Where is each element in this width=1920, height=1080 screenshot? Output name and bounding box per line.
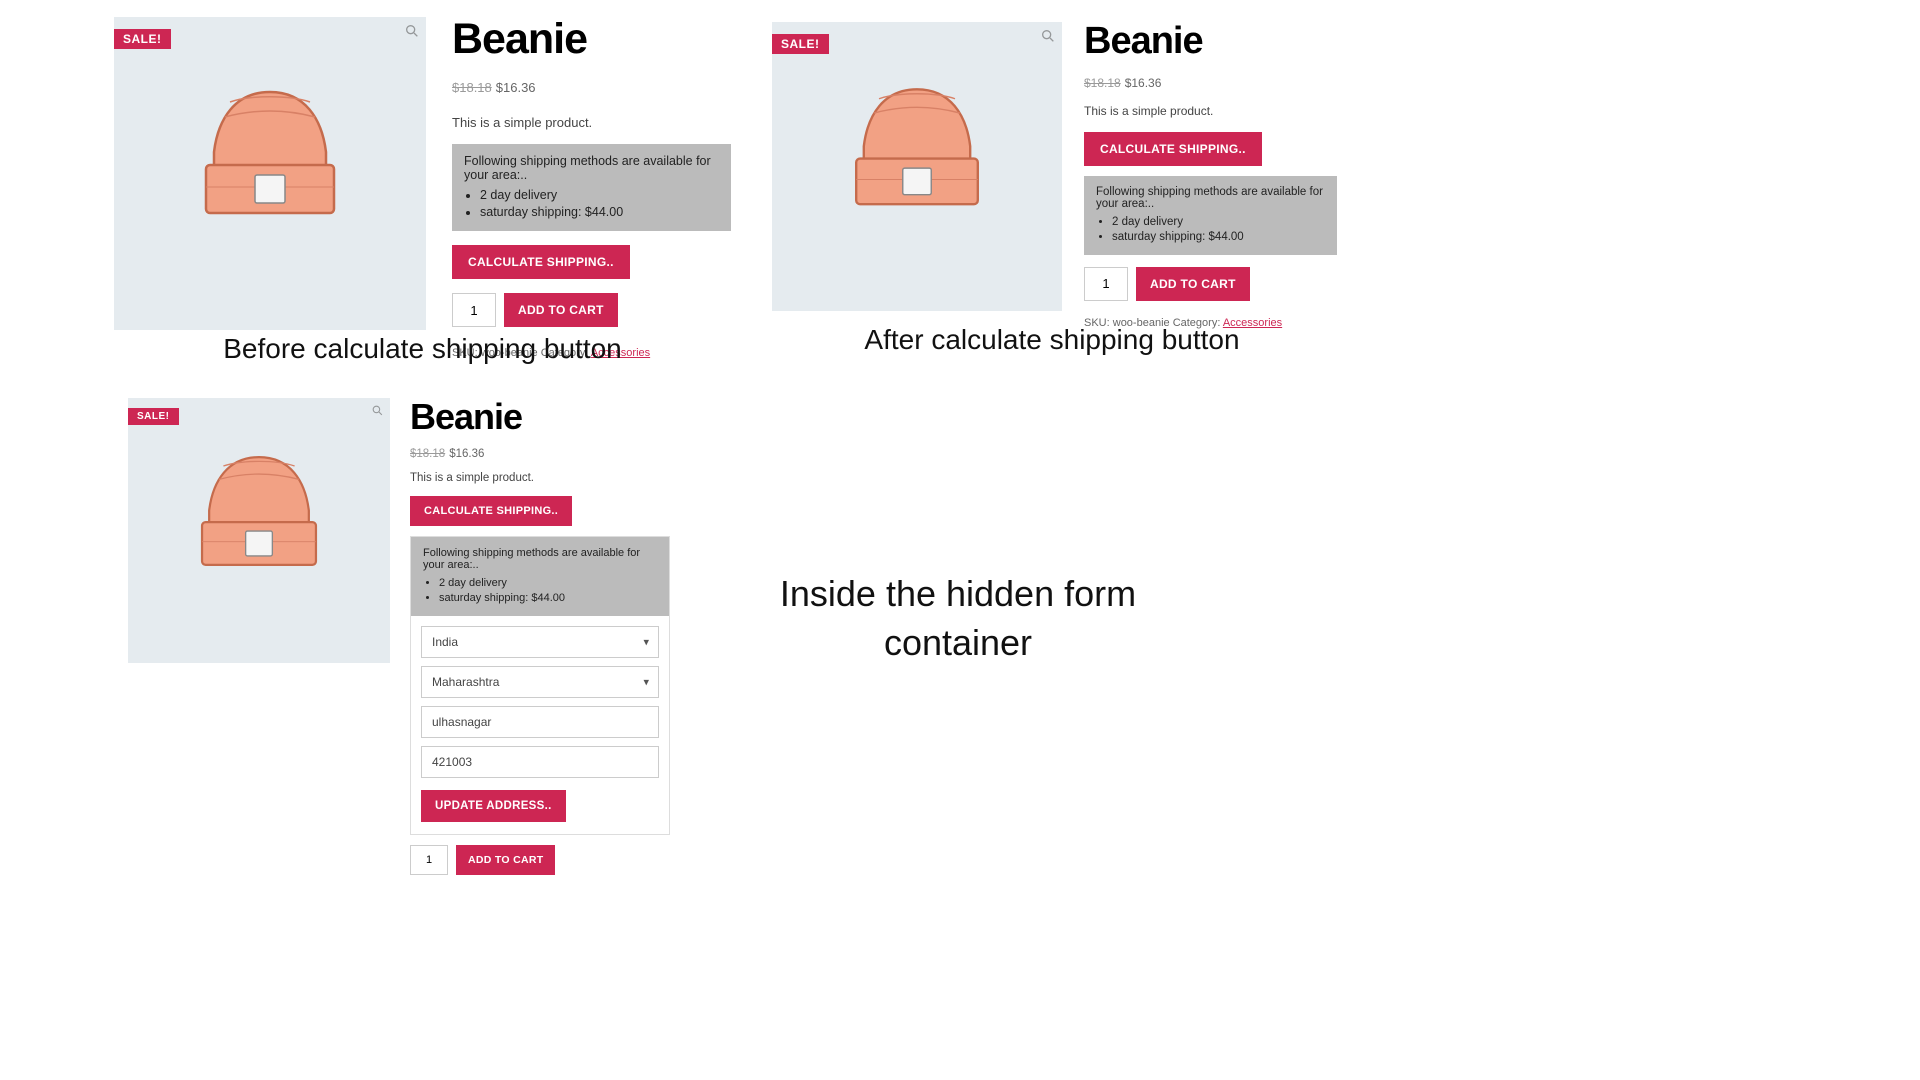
shipping-method-item: saturday shipping: $44.00 — [439, 592, 657, 604]
zoom-icon[interactable] — [371, 404, 384, 417]
shipping-methods-box: Following shipping methods are available… — [411, 537, 669, 616]
product-image — [114, 17, 426, 330]
product-title: Beanie — [410, 398, 670, 436]
price: $16.36 — [1125, 76, 1162, 90]
shipping-method-item: saturday shipping: $44.00 — [480, 205, 719, 219]
shipping-methods-heading: Following shipping methods are available… — [423, 547, 657, 571]
calculate-shipping-button[interactable]: CALCULATE SHIPPING.. — [452, 245, 630, 279]
shipping-method-item: 2 day delivery — [480, 188, 719, 202]
add-to-cart-button[interactable]: ADD TO CART — [504, 293, 618, 327]
calculate-shipping-button[interactable]: CALCULATE SHIPPING.. — [410, 496, 572, 526]
shipping-method-item: saturday shipping: $44.00 — [1112, 231, 1325, 243]
caption-after: After calculate shipping button — [772, 324, 1332, 356]
caption-inside: Inside the hidden form container — [708, 570, 1208, 667]
add-to-cart-button[interactable]: ADD TO CART — [456, 845, 555, 875]
quantity-input[interactable] — [452, 293, 496, 327]
shipping-form-container: Following shipping methods are available… — [410, 536, 670, 835]
zip-input[interactable] — [421, 746, 659, 778]
product-image — [128, 398, 390, 663]
sale-badge: SALE! — [114, 29, 171, 49]
sale-badge: SALE! — [772, 34, 829, 54]
quantity-input[interactable] — [1084, 267, 1128, 301]
add-to-cart-button[interactable]: ADD TO CART — [1136, 267, 1250, 301]
product-title: Beanie — [452, 17, 731, 62]
quantity-input[interactable] — [410, 845, 448, 875]
old-price: $18.18 — [410, 448, 445, 460]
product-description: This is a simple product. — [1084, 104, 1337, 118]
zoom-icon[interactable] — [1040, 28, 1056, 44]
calculate-shipping-button[interactable]: CALCULATE SHIPPING.. — [1084, 132, 1262, 166]
state-select[interactable] — [421, 666, 659, 698]
zoom-icon[interactable] — [404, 23, 420, 39]
shipping-methods-box: Following shipping methods are available… — [452, 144, 731, 231]
product-image — [772, 22, 1062, 311]
country-select[interactable] — [421, 626, 659, 658]
shipping-method-item: 2 day delivery — [1112, 216, 1325, 228]
product-description: This is a simple product. — [452, 115, 731, 130]
shipping-methods-heading: Following shipping methods are available… — [1096, 186, 1325, 210]
shipping-methods-box: Following shipping methods are available… — [1084, 176, 1337, 255]
price: $16.36 — [449, 448, 484, 460]
product-description: This is a simple product. — [410, 472, 670, 484]
update-address-button[interactable]: UPDATE ADDRESS.. — [421, 790, 566, 822]
old-price: $18.18 — [452, 80, 492, 95]
price: $16.36 — [496, 80, 536, 95]
shipping-methods-heading: Following shipping methods are available… — [464, 154, 719, 182]
sale-badge: SALE! — [128, 408, 179, 425]
city-input[interactable] — [421, 706, 659, 738]
old-price: $18.18 — [1084, 76, 1121, 90]
product-title: Beanie — [1084, 22, 1337, 62]
shipping-method-item: 2 day delivery — [439, 577, 657, 589]
caption-before: Before calculate shipping button — [114, 333, 731, 365]
